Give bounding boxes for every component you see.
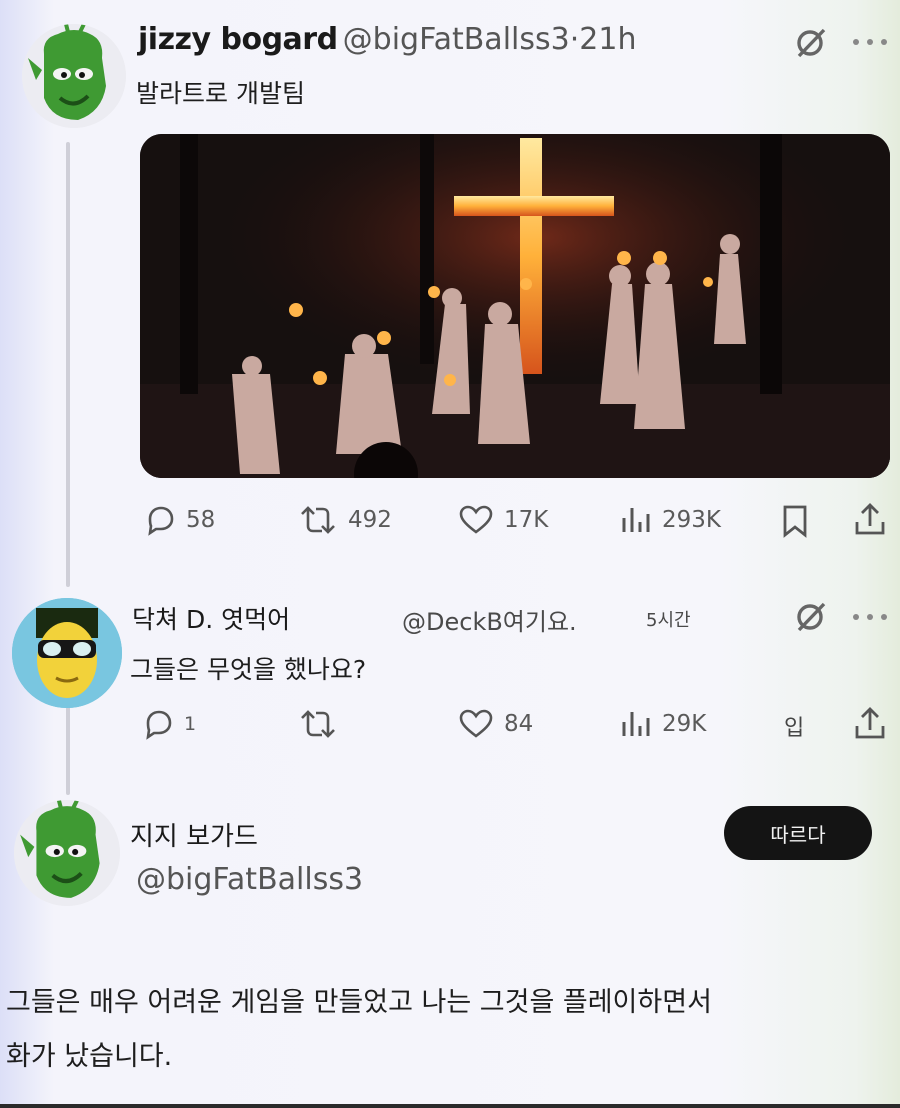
reply-handle[interactable]: @DeckB여기요. [402, 602, 577, 637]
more-icon[interactable] [852, 613, 888, 621]
reply-icon [144, 504, 176, 536]
like-count: 17K [504, 507, 549, 533]
time-separator: · [569, 22, 580, 57]
thread-line-2 [66, 705, 70, 795]
views-icon [620, 708, 652, 740]
profile-avatar[interactable] [14, 800, 120, 906]
reply-retweet-action[interactable] [298, 708, 338, 740]
reply-reply-action[interactable]: 1 [142, 708, 196, 740]
reply-views-count: 29K [662, 711, 707, 737]
reply-like-action[interactable]: 84 [458, 708, 533, 740]
share-icon[interactable] [854, 706, 886, 740]
reply-views-action[interactable]: 29K [620, 708, 706, 740]
tweet-text: 발라트로 개발팀 [136, 79, 305, 108]
profile-name[interactable]: 지지 보가드 [130, 816, 258, 853]
views-count: 293K [662, 507, 721, 533]
piccolo-avatar-image [14, 800, 120, 906]
thread-line-1 [66, 142, 70, 587]
tweet-media[interactable] [140, 134, 890, 478]
share-icon[interactable] [854, 502, 886, 536]
quote-line-2: 화가 났습니다. [6, 1041, 173, 1072]
reply-reply-count: 1 [184, 713, 197, 735]
reply-icon [142, 708, 174, 740]
retweet-icon [298, 504, 338, 536]
retweet-action[interactable]: 492 [298, 504, 392, 536]
reply-action[interactable]: 58 [144, 504, 215, 536]
reply-count: 58 [186, 507, 216, 533]
quote-line-1: 그들은 매우 어려운 게임을 만들었고 나는 그것을 플레이하면서 [6, 987, 712, 1018]
reply-avatar[interactable] [12, 598, 122, 708]
views-action[interactable]: 293K [620, 504, 721, 536]
author-handle[interactable]: @bigFatBallss3 [343, 22, 570, 57]
quote-text: 그들은 매우 어려운 게임을 만들었고 나는 그것을 플레이하면서 화가 났습니… [6, 976, 712, 1084]
reply-name[interactable]: 닥쳐 D. 엿먹어 [132, 600, 290, 636]
bottom-edge [0, 1104, 900, 1108]
reply-time[interactable]: 5시간 [646, 606, 691, 632]
like-icon [458, 708, 494, 740]
author-name[interactable]: jizzy bogard [138, 22, 338, 57]
more-icon[interactable] [852, 38, 888, 46]
grok-icon[interactable] [794, 26, 828, 60]
piccolo-avatar-image [22, 24, 126, 128]
like-icon [458, 504, 494, 536]
profile-handle[interactable]: @bigFatBallss3 [136, 862, 363, 897]
reply-like-count: 84 [504, 711, 534, 737]
reply-avatar-image [12, 598, 122, 708]
bookmark-icon[interactable] [780, 504, 810, 538]
retweet-count: 492 [348, 507, 392, 533]
avatar[interactable] [22, 24, 126, 128]
reply-extra-label[interactable]: 입 [784, 710, 804, 742]
like-action[interactable]: 17K [458, 504, 548, 536]
grok-icon[interactable] [794, 600, 828, 634]
views-icon [620, 504, 652, 536]
tweet-time[interactable]: 21h [579, 22, 636, 57]
reply-text: 그들은 무엇을 했나요? [130, 655, 367, 684]
follow-button[interactable]: 따르다 [724, 806, 872, 860]
tweet-media-image [140, 134, 890, 478]
retweet-icon [298, 708, 338, 740]
